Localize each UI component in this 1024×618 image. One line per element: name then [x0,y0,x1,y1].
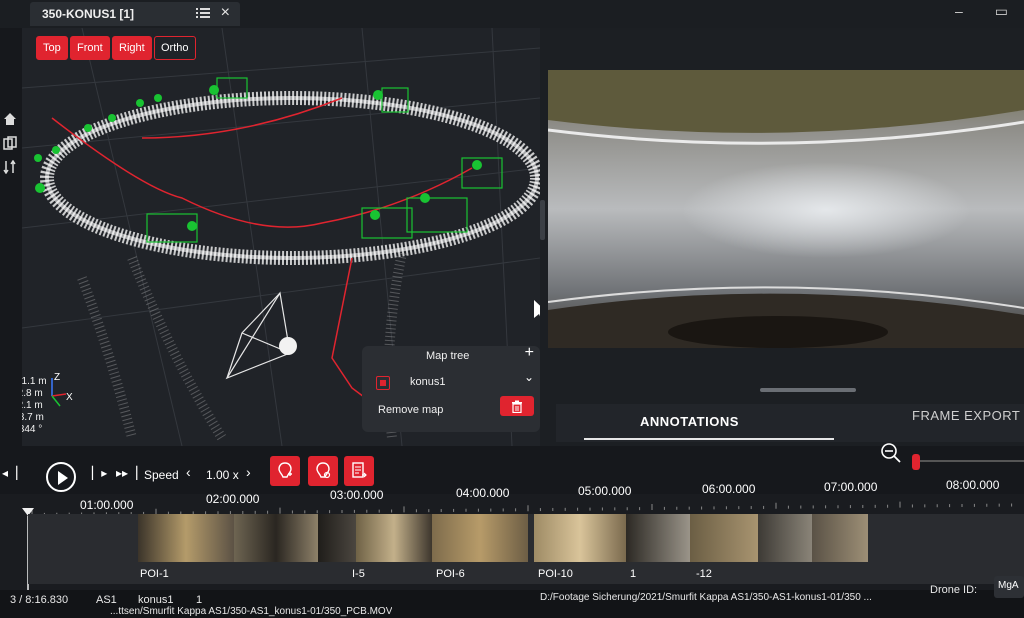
thumbnail[interactable] [234,514,318,562]
add-poi-icon [278,462,292,478]
view-front-button[interactable]: Front [70,36,110,60]
left-icon-rail [0,28,22,458]
status-file: ...ttsen/Smurfit Kappa AS1/350-AS1_konus… [110,606,393,617]
thumbnail[interactable] [138,514,234,562]
map-visibility-checkbox[interactable] [376,376,390,390]
home-icon[interactable] [3,112,17,126]
timeline[interactable]: 01:00.000 02:00.000 03:00.000 04:00.000 … [0,478,1024,590]
panel-resize-handle[interactable] [760,388,856,392]
zoom-slider-track[interactable] [920,460,1024,462]
thumbnail[interactable] [318,514,356,562]
tick-label: 08:00.000 [946,478,1000,492]
status-count: 1 [196,594,203,606]
thumbnail[interactable] [626,514,690,562]
speed-increase-icon[interactable]: › [246,464,251,480]
map-tree-item[interactable]: konus1 [410,376,445,388]
poi-label[interactable]: POI-10 [538,568,573,580]
coord-y: Y: 2.8 m [22,388,43,399]
trash-icon [512,400,522,413]
drone-id-label: Drone ID: [930,584,978,596]
panel-tabs: ANNOTATIONS FRAME EXPORT [556,404,1024,442]
next-frame-icon[interactable]: ▏▸ [92,466,107,480]
view-right-button[interactable]: Right [112,36,152,60]
edit-poi-icon [316,462,331,479]
drone-id-value: MgA [994,576,1024,598]
map-tree-title: Map tree [426,350,470,362]
document-tab[interactable]: 350-KONUS1 [1] × [30,2,240,26]
thumbnail[interactable] [812,514,868,562]
active-tab-indicator [584,438,834,440]
tab-frame-export[interactable]: FRAME EXPORT [912,408,1020,423]
camera-frame-image [548,70,1024,348]
status-bar: 3 / 8:16.830 AS1 konus1 1 D:/Footage Sic… [0,584,1024,618]
coord-x: X: -1.1 m [22,376,47,387]
camera-frame-picture [548,70,1024,348]
thumbnail[interactable] [534,514,626,562]
thumbnail[interactable] [356,514,432,562]
coord-d: D: 3.7 m [22,412,44,423]
thumbnail[interactable] [432,514,528,562]
vertical-splitter[interactable] [540,200,545,240]
maximize-icon[interactable]: ▭ [995,3,1008,20]
poi-label[interactable]: POI-1 [140,568,169,580]
status-map: konus1 [138,594,174,606]
poi-label[interactable]: I-5 [352,568,365,580]
remove-map-label: Remove map [378,404,444,416]
copy-icon[interactable] [3,136,17,150]
thumbnail[interactable] [758,514,812,562]
zoom-slider-handle[interactable] [912,454,920,470]
tab-title: 350-KONUS1 [1] [42,7,135,21]
map-tree-panel: Map tree + konus1 ⌄ Remove map [362,344,540,432]
zoom-out-icon[interactable] [878,440,904,466]
status-code: AS1 [96,594,117,606]
add-poi-button[interactable] [270,456,300,486]
poi-label[interactable]: -12 [696,568,712,580]
view-ortho-button[interactable]: Ortho [154,36,196,60]
chevron-down-icon[interactable]: ⌄ [524,370,534,384]
remove-map-button[interactable] [500,396,534,416]
minimize-icon[interactable]: – [955,3,963,20]
tick-label: 01:00.000 [80,498,134,512]
speed-value: 1.00 x [206,468,239,482]
sort-icon[interactable] [3,160,17,174]
list-icon[interactable] [196,7,210,19]
axis-z-label: Z [54,372,60,383]
tick-label: 02:00.000 [206,492,260,506]
poi-label[interactable]: POI-6 [436,568,465,580]
camera-coordinates: X: -1.1 m Y: 2.8 m Z: 2.1 m D: 3.7 m H: … [22,376,47,436]
edit-poi-button[interactable] [308,456,338,486]
status-path: D:/Footage Sicherung/2021/Smurfit Kappa … [540,592,872,603]
speed-label: Speed [144,468,179,482]
tick-label: 04:00.000 [456,486,510,500]
coord-z: Z: 2.1 m [22,400,43,411]
status-time: 3 / 8:16.830 [10,594,69,606]
tab-annotations[interactable]: ANNOTATIONS [640,414,739,429]
view-top-button[interactable]: Top [36,36,68,60]
skip-end-icon[interactable]: ▸▸▕ [116,466,137,480]
tick-label: 06:00.000 [702,482,756,496]
tick-label: 07:00.000 [824,480,878,494]
prev-frame-icon[interactable]: ◂▕ [2,466,17,480]
export-report-icon [352,462,367,478]
play-icon[interactable] [46,462,76,492]
close-icon[interactable]: × [221,4,230,22]
window-controls: – ▭ [955,3,1008,20]
add-map-icon[interactable]: + [525,344,534,362]
window-tab-bar: 350-KONUS1 [1] × – ▭ [0,0,1024,29]
coord-h: H: 344 ° [22,424,43,435]
tick-label: 03:00.000 [330,488,384,502]
thumbnail[interactable] [690,514,758,562]
tick-label: 05:00.000 [578,484,632,498]
axis-x-label: X [66,392,73,403]
thumbnail-strip[interactable]: POI-1 I-5 POI-6 POI-10 1 -12 [28,514,1024,584]
speed-decrease-icon[interactable]: ‹ [186,464,191,480]
poi-label[interactable]: 1 [630,568,636,580]
export-report-button[interactable] [344,456,374,486]
